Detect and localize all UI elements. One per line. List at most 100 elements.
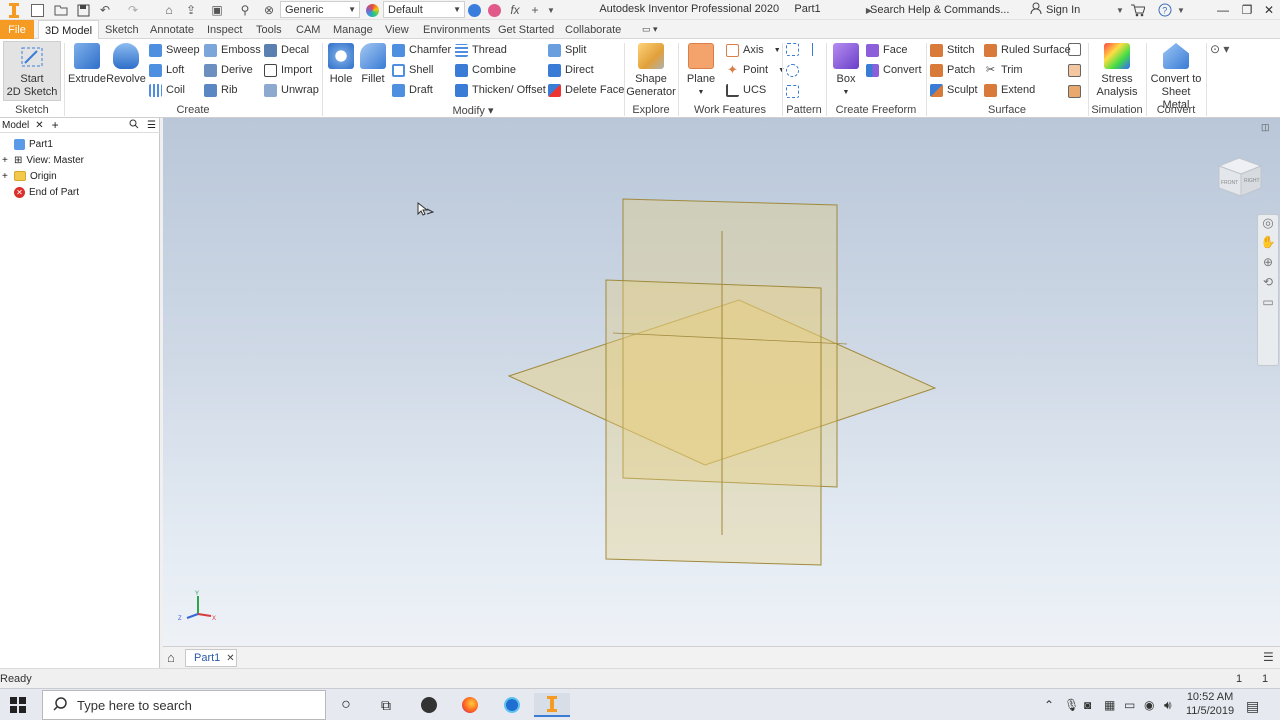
- fillet-button[interactable]: Fillet: [358, 43, 388, 86]
- material-combo[interactable]: Generic ▼: [280, 1, 360, 18]
- save-icon[interactable]: [74, 2, 92, 18]
- ruled-surface-button[interactable]: Ruled Surface: [984, 42, 1071, 58]
- expand-icon[interactable]: +: [2, 155, 10, 166]
- new-file-icon[interactable]: [28, 2, 46, 18]
- start-2d-sketch-button[interactable]: Start 2D Sketch: [3, 41, 61, 101]
- fit-mesh-face-icon[interactable]: [1068, 64, 1081, 77]
- point-button[interactable]: ✦Point▼: [726, 62, 785, 78]
- circular-pattern-icon[interactable]: [786, 64, 799, 77]
- ribbon-options-icon[interactable]: ⊙ ▾: [1210, 42, 1229, 56]
- volume-icon[interactable]: 🔊︎: [1164, 698, 1172, 713]
- delete-face-button[interactable]: Delete Face: [548, 82, 624, 98]
- cart-icon[interactable]: [1128, 2, 1146, 18]
- extend-button[interactable]: Extend: [984, 82, 1071, 98]
- autodesk-app-icon[interactable]: [494, 693, 530, 717]
- mirror-icon[interactable]: [806, 43, 819, 56]
- tray-overflow-icon[interactable]: ⌃: [1044, 698, 1054, 712]
- zoom-icon[interactable]: ⊕: [1258, 255, 1278, 275]
- rectangular-pattern-icon[interactable]: [786, 43, 799, 56]
- appearance-combo[interactable]: Default ▼: [383, 1, 465, 18]
- loft-button[interactable]: Loft: [149, 62, 200, 78]
- sign-in-dropdown-icon[interactable]: ▼: [1114, 2, 1126, 18]
- tab-collaborate[interactable]: Collaborate: [559, 20, 627, 39]
- close-browser-icon[interactable]: ✕: [35, 120, 43, 131]
- tab-sketch[interactable]: Sketch: [99, 20, 145, 39]
- action-center-icon[interactable]: ▤: [1246, 698, 1259, 715]
- parameters-fx-icon[interactable]: fx: [506, 2, 524, 18]
- shell-button[interactable]: Shell: [392, 62, 451, 78]
- select-icon[interactable]: ▣: [208, 2, 226, 18]
- hole-button[interactable]: Hole: [326, 43, 356, 86]
- tab-tools[interactable]: Tools: [250, 20, 288, 39]
- freeform-face-button[interactable]: Face: [866, 42, 922, 58]
- chamfer-button[interactable]: Chamfer: [392, 42, 451, 58]
- shape-generator-button[interactable]: Shape Generator: [626, 43, 676, 99]
- tab-environments[interactable]: Environments: [417, 20, 496, 39]
- inventor-logo-icon[interactable]: [2, 2, 26, 18]
- keyboard-tray-icon[interactable]: ▦: [1104, 698, 1115, 712]
- split-button[interactable]: Split: [548, 42, 624, 58]
- tab-file[interactable]: File: [0, 20, 34, 39]
- replace-face-icon[interactable]: [1068, 85, 1081, 98]
- doc-tab-part1[interactable]: Part1 ✕: [185, 649, 237, 667]
- sculpt-button[interactable]: Sculpt: [930, 82, 978, 98]
- sketch-pattern-icon[interactable]: [786, 85, 799, 98]
- help-dropdown-icon[interactable]: ▼: [1176, 2, 1186, 18]
- customize-qat-icon[interactable]: ▼: [545, 2, 557, 18]
- home-tab-icon[interactable]: ⌂: [167, 650, 175, 665]
- tab-inspect[interactable]: Inspect: [201, 20, 248, 39]
- xy-plane[interactable]: [605, 279, 822, 566]
- clock[interactable]: 10:52 AM 11/5/2019: [1186, 690, 1234, 718]
- rib-button[interactable]: Rib: [204, 82, 261, 98]
- cortana-icon[interactable]: ○: [328, 693, 364, 717]
- redo-icon[interactable]: ↷: [122, 2, 144, 18]
- windows-start-icon[interactable]: [10, 697, 26, 716]
- help-icon[interactable]: ?: [1156, 2, 1174, 18]
- ribbon-display-options-icon[interactable]: ▭ ▾: [636, 20, 664, 39]
- plane-button[interactable]: Plane ▼: [684, 43, 718, 99]
- tab-3d-model[interactable]: 3D Model: [38, 20, 100, 40]
- tab-get-started[interactable]: Get Started: [492, 20, 560, 39]
- repair-bodies-icon[interactable]: [1068, 43, 1081, 56]
- browser-menu-icon[interactable]: ☰: [147, 120, 156, 131]
- tree-item-end-of-part[interactable]: ✕ End of Part: [2, 184, 158, 200]
- stitch-button[interactable]: Stitch: [930, 42, 978, 58]
- update-icon[interactable]: ⇪: [182, 2, 200, 18]
- draft-button[interactable]: Draft: [392, 82, 451, 98]
- taskbar-search-input[interactable]: Type here to search: [42, 690, 326, 720]
- microphone-icon[interactable]: 🎙︎: [1064, 698, 1079, 712]
- ucs-button[interactable]: UCS: [726, 82, 785, 98]
- maximize-viewport-icon[interactable]: ◫: [1261, 122, 1270, 133]
- network-icon[interactable]: ▭: [1124, 698, 1135, 712]
- inventor-taskbar-icon[interactable]: [534, 693, 570, 717]
- freeform-convert-button[interactable]: Convert: [866, 62, 922, 78]
- steering-wheel-icon[interactable]: ◎: [1258, 215, 1278, 235]
- add-browser-icon[interactable]: +: [52, 118, 59, 132]
- tab-view[interactable]: View: [379, 20, 415, 39]
- adjust-appearance-icon[interactable]: [466, 2, 482, 18]
- graphics-viewport[interactable]: FRONT RIGHT ◫ ◎ ✋ ⊕ ⟲ ▭ Y X Z: [163, 118, 1280, 646]
- derive-button[interactable]: Derive: [204, 62, 261, 78]
- group-label-modify[interactable]: Modify ▾: [322, 104, 624, 118]
- add-icon[interactable]: +: [528, 2, 542, 18]
- sign-in-button[interactable]: Sign In: [1030, 2, 1080, 17]
- task-view-icon[interactable]: ⧉: [368, 693, 404, 717]
- search-icon[interactable]: [129, 119, 139, 132]
- pan-icon[interactable]: ✋: [1258, 235, 1278, 255]
- coil-button[interactable]: Coil: [149, 82, 200, 98]
- tab-manage[interactable]: Manage: [327, 20, 379, 39]
- unwrap-button[interactable]: Unwrap: [264, 82, 319, 98]
- patch-button[interactable]: Patch: [930, 62, 978, 78]
- decal-button[interactable]: Decal: [264, 42, 319, 58]
- tree-item-view[interactable]: + ⊞ View: Master: [2, 152, 158, 168]
- obs-app-icon[interactable]: [411, 693, 447, 717]
- orbit-icon[interactable]: ⟲: [1258, 275, 1278, 295]
- open-folder-icon[interactable]: [52, 2, 70, 18]
- tab-cam[interactable]: CAM: [290, 20, 326, 39]
- import-button[interactable]: Import: [264, 62, 319, 78]
- camera-tray-icon[interactable]: ◙: [1084, 698, 1091, 712]
- combine-button[interactable]: Combine: [455, 62, 546, 78]
- thread-button[interactable]: Thread: [455, 42, 546, 58]
- convert-to-sheet-metal-button[interactable]: Convert to Sheet Metal: [1148, 43, 1204, 112]
- browser-tab-model[interactable]: Model: [2, 120, 29, 131]
